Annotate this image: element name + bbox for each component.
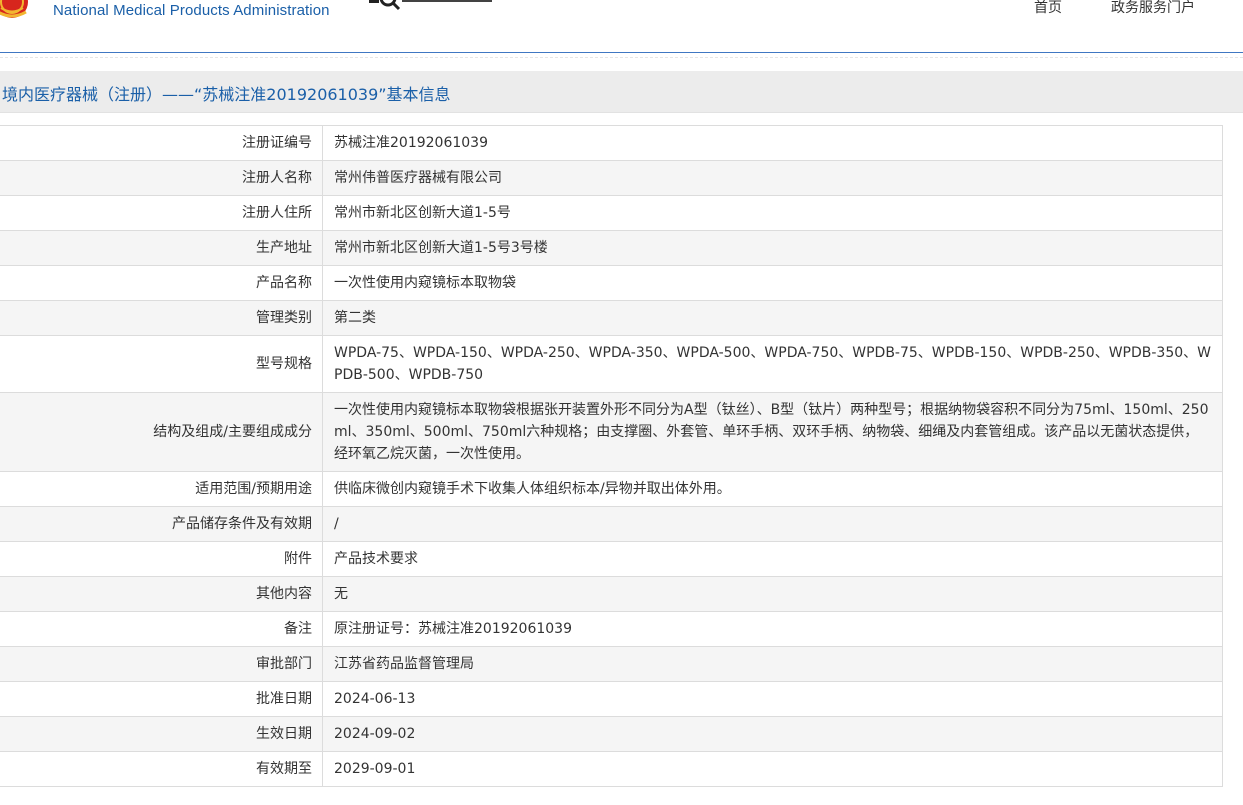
device-info-table: 注册证编号 苏械注准20192061039 注册人名称 常州伟普医疗器械有限公司 注册人… <box>0 125 1223 787</box>
info-row: 注册人名称 常州伟普医疗器械有限公司 <box>0 160 1223 196</box>
info-row-label: 注册人住所 <box>0 195 323 231</box>
device-info-body: 注册证编号 苏械注准20192061039 注册人名称 常州伟普医疗器械有限公司 注册人… <box>0 125 1223 787</box>
info-row: 产品名称 一次性使用内窥镜标本取物袋 <box>0 265 1223 301</box>
info-row-value: 苏械注准20192061039 <box>322 125 1223 161</box>
info-row-value: 一次性使用内窥镜标本取物袋 <box>322 265 1223 301</box>
info-row-label: 批准日期 <box>0 681 323 717</box>
info-row-value: 江苏省药品监督管理局 <box>322 646 1223 682</box>
info-row-value: 第二类 <box>322 300 1223 336</box>
info-row: 附件 产品技术要求 <box>0 541 1223 577</box>
info-row-label: 适用范围/预期用途 <box>0 471 323 507</box>
info-row: 其他内容无 <box>0 576 1223 612</box>
info-row-label: 附件 <box>0 541 323 577</box>
org-name-en[interactable]: National Medical Products Administration <box>53 2 330 19</box>
info-row-value: 常州市新北区创新大道1-5号 <box>322 195 1223 231</box>
info-row: 管理类别 第二类 <box>0 300 1223 336</box>
info-row-value: 无 <box>322 576 1223 612</box>
info-row-value: / <box>322 506 1223 542</box>
nmpa-emblem-icon <box>0 0 28 18</box>
info-row: 注册证编号 苏械注准20192061039 <box>0 125 1223 161</box>
info-row: 备注 原注册证号：苏械注准20192061039 <box>0 611 1223 647</box>
info-row-label: 生效日期 <box>0 716 323 752</box>
info-row-value: 供临床微创内窥镜手术下收集人体组织标本/异物并取出体外用。 <box>322 471 1223 507</box>
info-row-value: 原注册证号：苏械注准20192061039 <box>322 611 1223 647</box>
detail-title-bar: 境内医疗器械（注册）——“苏械注准20192061039”基本信息 <box>0 71 1243 113</box>
page-title: 境内医疗器械（注册）——“苏械注准20192061039”基本信息 <box>2 85 451 104</box>
site-header: National Medical Products Administration… <box>0 0 1243 53</box>
info-row-value: 常州伟普医疗器械有限公司 <box>322 160 1223 196</box>
info-row: 批准日期 2024-06-13 <box>0 681 1223 717</box>
info-row-value: 产品技术要求 <box>322 541 1223 577</box>
info-row-label: 有效期至 <box>0 751 323 787</box>
info-row: 产品储存条件及有效期 / <box>0 506 1223 542</box>
header-divider <box>0 52 1243 53</box>
info-row-label: 注册人名称 <box>0 160 323 196</box>
info-row: 生产地址 常州市新北区创新大道1-5号3号楼 <box>0 230 1223 266</box>
info-row: 注册人住所 常州市新北区创新大道1-5号 <box>0 195 1223 231</box>
nav-service-portal-link[interactable]: 政务服务门户 <box>1111 0 1195 17</box>
info-row-label: 管理类别 <box>0 300 323 336</box>
info-row: 有效期至 2029-09-01 <box>0 751 1223 787</box>
info-row: 审批部门 江苏省药品监督管理局 <box>0 646 1223 682</box>
info-row: 适用范围/预期用途 供临床微创内窥镜手术下收集人体组织标本/异物并取出体外用。 <box>0 471 1223 507</box>
nav-home-link[interactable]: 首页 <box>1034 0 1062 17</box>
info-row-label: 备注 <box>0 611 323 647</box>
info-row-label: 注册证编号 <box>0 125 323 161</box>
info-row-label: 结构及组成/主要组成成分 <box>0 392 323 472</box>
info-row: 型号规格 WPDA-75、WPDA-150、WPDA-250、WPDA-350、W… <box>0 335 1223 393</box>
info-row-label: 产品名称 <box>0 265 323 301</box>
dashed-divider <box>0 57 1243 58</box>
info-row-label: 型号规格 <box>0 335 323 393</box>
info-row-label: 其他内容 <box>0 576 323 612</box>
data-query-logo-icon <box>369 0 492 11</box>
info-row-label: 审批部门 <box>0 646 323 682</box>
info-row-label: 生产地址 <box>0 230 323 266</box>
info-row-value: 一次性使用内窥镜标本取物袋根据张开装置外形不同分为A型（钛丝）、B型（钛片）两种… <box>322 392 1223 472</box>
info-row-value: 2024-09-02 <box>322 716 1223 752</box>
info-row-label: 产品储存条件及有效期 <box>0 506 323 542</box>
info-row-value: 2029-09-01 <box>322 751 1223 787</box>
info-row-value: 2024-06-13 <box>322 681 1223 717</box>
info-row-value: WPDA-75、WPDA-150、WPDA-250、WPDA-350、WPDA-… <box>322 335 1223 393</box>
info-row-value: 常州市新北区创新大道1-5号3号楼 <box>322 230 1223 266</box>
info-row: 生效日期 2024-09-02 <box>0 716 1223 752</box>
info-row: 结构及组成/主要组成成分 一次性使用内窥镜标本取物袋根据张开装置外形不同分为A型（… <box>0 392 1223 472</box>
